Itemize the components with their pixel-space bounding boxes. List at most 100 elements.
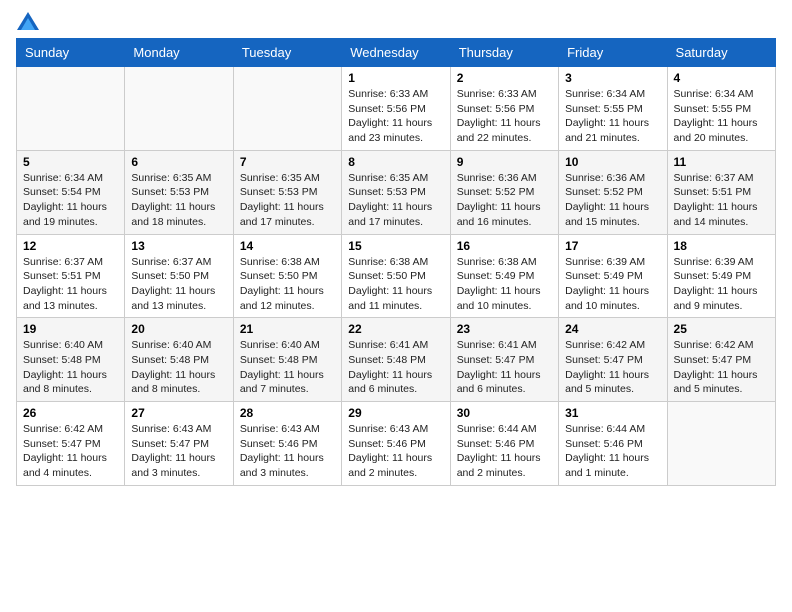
calendar-cell: 4Sunrise: 6:34 AMSunset: 5:55 PMDaylight… [667,67,775,151]
day-number: 20 [131,322,226,336]
day-number: 8 [348,155,443,169]
calendar-cell: 6 Sunrise: 6:35 AMSunset: 5:53 PMDaylight… [125,150,233,234]
day-number: 25 [674,322,769,336]
calendar-cell: 22 Sunrise: 6:41 AMSunset: 5:48 PMDayligh… [342,318,450,402]
weekday-header-monday: Monday [125,39,233,67]
day-info: Sunrise: 6:42 AMSunset: 5:47 PMDaylight:… [23,422,118,481]
day-number: 17 [565,239,660,253]
day-number: 14 [240,239,335,253]
day-number: 22 [348,322,443,336]
day-info: Sunrise: 6:35 AMSunset: 5:53 PMDaylight:… [131,171,226,230]
calendar-cell: 7 Sunrise: 6:35 AMSunset: 5:53 PMDaylight… [233,150,341,234]
calendar-week-row: 1 Sunrise: 6:33 AMSunset: 5:56 PMDaylight… [17,67,776,151]
day-number: 10 [565,155,660,169]
calendar-cell: 9 Sunrise: 6:36 AMSunset: 5:52 PMDaylight… [450,150,558,234]
day-info: Sunrise: 6:44 AMSunset: 5:46 PMDaylight:… [457,422,552,481]
calendar-cell [233,67,341,151]
day-info: Sunrise: 6:34 AMSunset: 5:55 PMDaylight:… [565,87,660,146]
day-info: Sunrise: 6:39 AMSunset: 5:49 PMDaylight:… [565,255,660,314]
day-info: Sunrise: 6:37 AMSunset: 5:51 PMDaylight:… [23,255,118,314]
day-number: 29 [348,406,443,420]
day-number: 31 [565,406,660,420]
calendar-cell: 5 Sunrise: 6:34 AMSunset: 5:54 PMDaylight… [17,150,125,234]
calendar-week-row: 12 Sunrise: 6:37 AMSunset: 5:51 PMDayligh… [17,234,776,318]
calendar-week-row: 5 Sunrise: 6:34 AMSunset: 5:54 PMDaylight… [17,150,776,234]
day-info: Sunrise: 6:36 AMSunset: 5:52 PMDaylight:… [565,171,660,230]
day-number: 13 [131,239,226,253]
calendar-cell: 29 Sunrise: 6:43 AMSunset: 5:46 PMDayligh… [342,402,450,486]
calendar-week-row: 26 Sunrise: 6:42 AMSunset: 5:47 PMDayligh… [17,402,776,486]
day-number: 2 [457,71,552,85]
calendar-cell: 15Sunrise: 6:38 AMSunset: 5:50 PMDayligh… [342,234,450,318]
calendar-cell: 19 Sunrise: 6:40 AMSunset: 5:48 PMDayligh… [17,318,125,402]
day-info: Sunrise: 6:42 AMSunset: 5:47 PMDaylight:… [565,338,660,397]
day-info: Sunrise: 6:40 AMSunset: 5:48 PMDaylight:… [131,338,226,397]
day-number: 3 [565,71,660,85]
calendar-cell: 10 Sunrise: 6:36 AMSunset: 5:52 PMDayligh… [559,150,667,234]
day-info: Sunrise: 6:35 AMSunset: 5:53 PMDaylight:… [240,171,335,230]
day-number: 1 [348,71,443,85]
day-info: Sunrise: 6:34 AMSunset: 5:54 PMDaylight:… [23,171,118,230]
day-number: 28 [240,406,335,420]
day-number: 6 [131,155,226,169]
weekday-header-sunday: Sunday [17,39,125,67]
calendar-cell: 20 Sunrise: 6:40 AMSunset: 5:48 PMDayligh… [125,318,233,402]
calendar-cell: 28 Sunrise: 6:43 AMSunset: 5:46 PMDayligh… [233,402,341,486]
day-number: 30 [457,406,552,420]
day-info: Sunrise: 6:35 AMSunset: 5:53 PMDaylight:… [348,171,443,230]
day-info: Sunrise: 6:38 AMSunset: 5:50 PMDaylight:… [240,255,335,314]
day-info: Sunrise: 6:39 AMSunset: 5:49 PMDaylight:… [674,255,769,314]
calendar-cell: 23 Sunrise: 6:41 AMSunset: 5:47 PMDayligh… [450,318,558,402]
day-info: Sunrise: 6:41 AMSunset: 5:47 PMDaylight:… [457,338,552,397]
calendar-cell: 2Sunrise: 6:33 AMSunset: 5:56 PMDaylight… [450,67,558,151]
weekday-header-friday: Friday [559,39,667,67]
weekday-header-thursday: Thursday [450,39,558,67]
day-number: 16 [457,239,552,253]
day-number: 15 [348,239,443,253]
day-number: 19 [23,322,118,336]
day-number: 24 [565,322,660,336]
calendar-cell [667,402,775,486]
day-info: Sunrise: 6:44 AMSunset: 5:46 PMDaylight:… [565,422,660,481]
day-number: 18 [674,239,769,253]
calendar-cell: 30 Sunrise: 6:44 AMSunset: 5:46 PMDayligh… [450,402,558,486]
calendar-cell: 16 Sunrise: 6:38 AMSunset: 5:49 PMDayligh… [450,234,558,318]
calendar-cell: 24 Sunrise: 6:42 AMSunset: 5:47 PMDayligh… [559,318,667,402]
day-info: Sunrise: 6:33 AMSunset: 5:56 PMDaylight:… [348,87,443,146]
day-number: 11 [674,155,769,169]
day-info: Sunrise: 6:43 AMSunset: 5:46 PMDaylight:… [240,422,335,481]
day-number: 4 [674,71,769,85]
calendar-cell: 13 Sunrise: 6:37 AMSunset: 5:50 PMDayligh… [125,234,233,318]
day-number: 7 [240,155,335,169]
weekday-header-saturday: Saturday [667,39,775,67]
day-info: Sunrise: 6:36 AMSunset: 5:52 PMDaylight:… [457,171,552,230]
weekday-header-row: SundayMondayTuesdayWednesdayThursdayFrid… [17,39,776,67]
day-number: 27 [131,406,226,420]
calendar-week-row: 19 Sunrise: 6:40 AMSunset: 5:48 PMDayligh… [17,318,776,402]
calendar-cell: 27 Sunrise: 6:43 AMSunset: 5:47 PMDayligh… [125,402,233,486]
day-info: Sunrise: 6:43 AMSunset: 5:46 PMDaylight:… [348,422,443,481]
day-info: Sunrise: 6:43 AMSunset: 5:47 PMDaylight:… [131,422,226,481]
day-number: 26 [23,406,118,420]
day-info: Sunrise: 6:42 AMSunset: 5:47 PMDaylight:… [674,338,769,397]
day-number: 12 [23,239,118,253]
day-info: Sunrise: 6:37 AMSunset: 5:50 PMDaylight:… [131,255,226,314]
calendar-cell: 1 Sunrise: 6:33 AMSunset: 5:56 PMDaylight… [342,67,450,151]
day-number: 5 [23,155,118,169]
day-info: Sunrise: 6:41 AMSunset: 5:48 PMDaylight:… [348,338,443,397]
weekday-header-tuesday: Tuesday [233,39,341,67]
logo [16,16,39,26]
day-info: Sunrise: 6:37 AMSunset: 5:51 PMDaylight:… [674,171,769,230]
day-info: Sunrise: 6:38 AMSunset: 5:49 PMDaylight:… [457,255,552,314]
calendar-cell: 14 Sunrise: 6:38 AMSunset: 5:50 PMDayligh… [233,234,341,318]
day-number: 23 [457,322,552,336]
calendar-table: SundayMondayTuesdayWednesdayThursdayFrid… [16,38,776,486]
weekday-header-wednesday: Wednesday [342,39,450,67]
calendar-cell [17,67,125,151]
calendar-cell [125,67,233,151]
page-header [16,16,776,26]
day-info: Sunrise: 6:40 AMSunset: 5:48 PMDaylight:… [23,338,118,397]
day-number: 9 [457,155,552,169]
calendar-cell: 12 Sunrise: 6:37 AMSunset: 5:51 PMDayligh… [17,234,125,318]
calendar-cell: 8 Sunrise: 6:35 AMSunset: 5:53 PMDaylight… [342,150,450,234]
